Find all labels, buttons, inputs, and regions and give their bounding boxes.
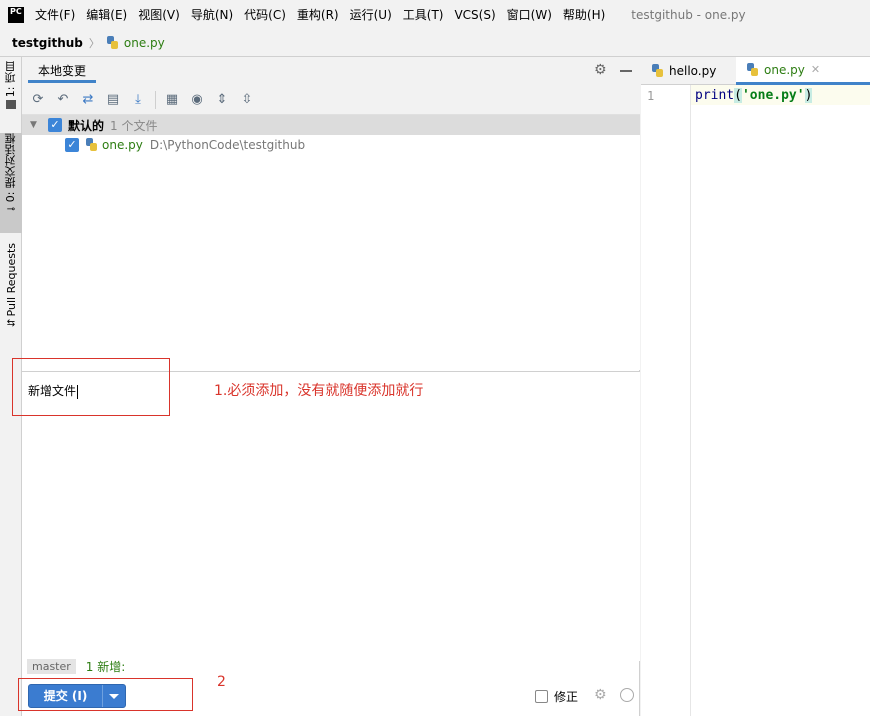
code-string: 'one.py' (741, 88, 805, 103)
menu-view[interactable]: 视图(V) (138, 6, 180, 23)
annotation-box-message (12, 358, 170, 416)
minimize-icon[interactable] (620, 70, 632, 72)
file-name: one.py (102, 138, 143, 152)
menu-help[interactable]: 帮助(H) (563, 6, 605, 23)
changelist-name: 默认的 (68, 118, 105, 133)
eye-icon[interactable]: ◉ (189, 92, 205, 108)
branch-status-row: master 1 新增: (22, 656, 125, 676)
changelist-count: 1 个文件 (110, 118, 158, 133)
menu-vcs[interactable]: VCS(S) (454, 8, 495, 22)
file-checkbox[interactable]: ✓ (65, 138, 79, 152)
branch-badge[interactable]: master (27, 658, 76, 674)
line-gutter: 1 (641, 85, 691, 716)
python-file-icon (85, 138, 99, 152)
amend-label: 修正 (554, 690, 579, 704)
commit-toolbar: ⟳ ↶ ⇄ ▤ ⤓ ▦ ◉ ⇕ ⇳ (22, 85, 640, 115)
menu-refactor[interactable]: 重构(R) (297, 6, 339, 23)
change-summary: 1 新增: (85, 659, 126, 674)
history-clock-icon[interactable] (620, 688, 634, 702)
line-number: 1 (647, 89, 655, 103)
pycharm-logo-icon: PC (8, 6, 24, 23)
chevron-down-icon[interactable]: ▼ (30, 120, 40, 130)
close-icon[interactable]: ✕ (811, 63, 820, 76)
python-file-icon (106, 35, 120, 50)
window-title: testgithub - one.py (631, 7, 746, 22)
menu-run[interactable]: 运行(U) (350, 6, 392, 23)
show-diff-icon[interactable]: ⇄ (80, 92, 96, 108)
amend-option[interactable]: 修正 (535, 688, 578, 705)
breadcrumb-separator-icon: 〉 (88, 36, 100, 50)
gear-icon[interactable]: ⚙ (594, 63, 608, 77)
annotation-note-2: 2 (217, 674, 226, 690)
rollback-icon[interactable]: ↶ (55, 92, 71, 108)
folder-icon (6, 100, 16, 110)
changelist-checkbox[interactable]: ✓ (48, 118, 62, 132)
editor-tab-bar: hello.py one.py ✕ (641, 57, 870, 85)
code-text: print('one.py') (695, 88, 813, 103)
editor-tab-hello[interactable]: hello.py (641, 57, 736, 85)
changelist-row[interactable]: ▼ ✓ 默认的 1 个文件 (22, 115, 640, 135)
refresh-icon[interactable]: ⟳ (30, 92, 46, 108)
expand-all-icon[interactable]: ⇕ (214, 92, 230, 108)
toolbar-divider (155, 90, 156, 109)
breadcrumb: testgithub 〉 one.py (0, 29, 870, 57)
tab-local-changes[interactable]: 本地变更 (28, 61, 97, 83)
changes-tree: ▼ ✓ 默认的 1 个文件 ✓ one.py D:\PythonCode\tes… (22, 115, 640, 370)
menu-code[interactable]: 代码(C) (244, 6, 286, 23)
annotation-box-commit (18, 678, 193, 711)
code-editor: hello.py one.py ✕ 1 print('one.py') (641, 57, 870, 716)
menu-bar: PC 文件(F) 编辑(E) 视图(V) 导航(N) 代码(C) 重构(R) 运… (0, 0, 870, 29)
shelve-download-icon[interactable]: ⤓ (130, 92, 146, 108)
editor-tab-label: one.py (764, 62, 805, 77)
code-paren-close: ) (804, 88, 813, 103)
commit-panel-header: 本地变更 ⚙ (22, 57, 640, 85)
file-path: D:\PythonCode\testgithub (149, 138, 306, 152)
tool-tab-commit-label: 0: 提交对话框 (4, 133, 17, 203)
commit-options-gear-icon[interactable]: ⚙ (594, 688, 607, 702)
annotation-note-1: 1.必须添加，没有就随便添加就行 (214, 383, 424, 399)
changelist-icon[interactable]: ▤ (105, 92, 121, 108)
file-row[interactable]: ✓ one.py D:\PythonCode\testgithub (22, 135, 640, 155)
commit-icon: ⊸ (6, 204, 16, 216)
tool-tab-pull-requests[interactable]: Pull Requests ⇆ (0, 243, 22, 335)
tool-tab-project[interactable]: 1: 项目 (0, 61, 22, 117)
pull-request-icon: ⇆ (6, 318, 16, 330)
group-by-icon[interactable]: ▦ (164, 92, 180, 108)
breadcrumb-project[interactable]: testgithub (12, 36, 83, 50)
editor-tab-one[interactable]: one.py ✕ (736, 57, 870, 85)
python-file-icon (746, 62, 760, 77)
tool-tab-pull-requests-label: Pull Requests (4, 243, 18, 317)
amend-checkbox[interactable] (535, 690, 548, 703)
collapse-all-icon[interactable]: ⇳ (239, 92, 255, 108)
code-function: print (695, 88, 735, 103)
menu-window[interactable]: 窗口(W) (507, 6, 552, 23)
tool-tab-commit[interactable]: 0: 提交对话框 ⊸ (0, 133, 22, 233)
code-paren-open: ( (734, 88, 742, 103)
breadcrumb-file[interactable]: one.py (124, 36, 165, 50)
tool-tab-project-label: 1: 项目 (4, 61, 17, 98)
python-file-icon (651, 64, 665, 78)
code-line[interactable]: print('one.py') (691, 85, 870, 105)
menu-edit[interactable]: 编辑(E) (86, 6, 127, 23)
editor-tab-label: hello.py (669, 64, 717, 78)
menu-file[interactable]: 文件(F) (35, 6, 75, 23)
menu-tools[interactable]: 工具(T) (403, 6, 444, 23)
menu-navigate[interactable]: 导航(N) (191, 6, 233, 23)
